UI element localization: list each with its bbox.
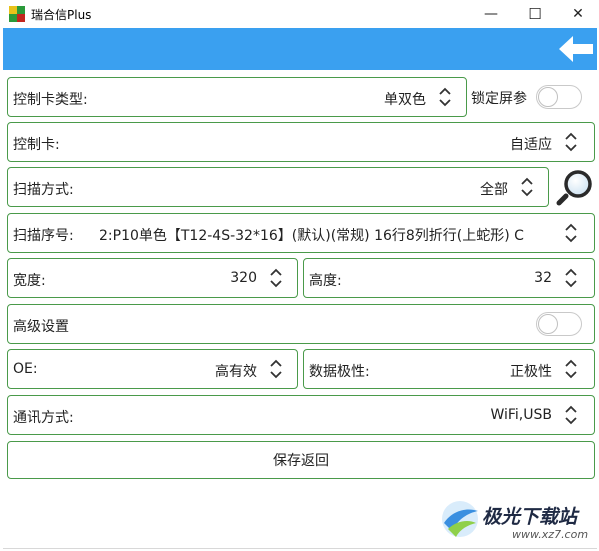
up-down-chevron-icon[interactable] xyxy=(564,405,578,425)
back-arrow-icon[interactable] xyxy=(559,36,593,62)
save-return-button[interactable]: 保存返回 xyxy=(7,441,595,479)
height-label: 高度: xyxy=(309,273,342,289)
watermark-name: 极光下载站 xyxy=(482,506,578,528)
lock-params-label: 锁定屏参 xyxy=(471,91,527,107)
minimize-button[interactable]: — xyxy=(468,0,514,28)
up-down-chevron-icon[interactable] xyxy=(564,223,578,243)
lock-params-toggle[interactable] xyxy=(536,85,582,109)
up-down-chevron-icon[interactable] xyxy=(564,268,578,288)
comm-mode-value: WiFi,USB xyxy=(490,407,552,423)
width-label: 宽度: xyxy=(13,273,46,289)
advanced-settings-toggle[interactable] xyxy=(536,312,582,336)
card-type-select[interactable]: 控制卡类型: 单双色 xyxy=(7,77,467,117)
comm-mode-select[interactable]: 通讯方式: WiFi,USB xyxy=(7,395,595,435)
up-down-chevron-icon[interactable] xyxy=(269,268,283,288)
close-button[interactable]: ✕ xyxy=(555,0,599,28)
oe-value: 高有效 xyxy=(215,364,257,380)
up-down-chevron-icon[interactable] xyxy=(564,359,578,379)
up-down-chevron-icon[interactable] xyxy=(438,87,452,107)
card-value: 自适应 xyxy=(510,137,552,153)
scan-mode-select[interactable]: 扫描方式: 全部 xyxy=(7,167,549,207)
oe-select[interactable]: OE: 高有效 xyxy=(7,349,298,389)
header-bar xyxy=(3,28,597,70)
height-value: 32 xyxy=(534,270,552,286)
advanced-settings-row[interactable]: 高级设置 xyxy=(7,304,595,344)
scan-mode-label: 扫描方式: xyxy=(13,182,74,198)
scan-sequence-value: 2:P10单色【T12-4S-32*16】(默认)(常规) 16行8列折行(上蛇… xyxy=(99,228,524,244)
width-value: 320 xyxy=(230,270,257,286)
window-title: 瑞合信Plus xyxy=(31,8,92,22)
title-bar: 瑞合信Plus — ☐ ✕ xyxy=(0,0,599,28)
up-down-chevron-icon[interactable] xyxy=(564,132,578,152)
comm-mode-label: 通讯方式: xyxy=(13,410,74,426)
scan-sequence-select[interactable]: 扫描序号: 2:P10单色【T12-4S-32*16】(默认)(常规) 16行8… xyxy=(7,213,595,253)
data-polarity-value: 正极性 xyxy=(510,364,552,380)
window-bottom-border xyxy=(3,548,597,549)
card-type-label: 控制卡类型: xyxy=(13,92,88,108)
height-stepper[interactable]: 高度: 32 xyxy=(303,258,595,298)
advanced-settings-label: 高级设置 xyxy=(13,319,69,335)
width-stepper[interactable]: 宽度: 320 xyxy=(7,258,298,298)
card-select[interactable]: 控制卡: 自适应 xyxy=(7,122,595,162)
scan-mode-value: 全部 xyxy=(480,182,508,198)
data-polarity-select[interactable]: 数据极性: 正极性 xyxy=(303,349,595,389)
toggle-knob xyxy=(538,314,558,334)
app-logo-icon xyxy=(9,6,25,22)
maximize-button[interactable]: ☐ xyxy=(512,0,558,28)
card-type-value: 单双色 xyxy=(384,92,426,108)
card-label: 控制卡: xyxy=(13,137,60,153)
watermark-url: www.xz7.com xyxy=(512,528,589,541)
oe-label: OE: xyxy=(13,361,38,377)
scan-sequence-label: 扫描序号: xyxy=(13,228,74,244)
data-polarity-label: 数据极性: xyxy=(309,364,370,380)
up-down-chevron-icon[interactable] xyxy=(269,359,283,379)
toggle-knob xyxy=(538,87,558,107)
watermark-logo-icon xyxy=(442,501,478,537)
magnifier-icon[interactable] xyxy=(556,168,594,206)
up-down-chevron-icon[interactable] xyxy=(520,177,534,197)
